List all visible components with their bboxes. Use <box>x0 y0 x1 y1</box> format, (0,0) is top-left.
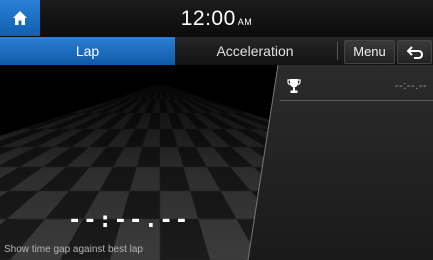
best-lap-divider <box>280 100 433 101</box>
tab-bar: Lap Acceleration Menu <box>0 37 433 65</box>
tab-divider <box>337 42 338 60</box>
back-arrow-icon <box>406 46 423 59</box>
best-lap-panel: --:--.-- <box>276 65 433 260</box>
best-lap-time: --:--.-- <box>394 80 427 92</box>
trophy-icon <box>287 79 301 93</box>
tab-acceleration[interactable]: Acceleration <box>175 37 335 65</box>
tab-lap[interactable]: Lap <box>0 37 175 65</box>
gap-hint-text: Show time gap against best lap <box>4 244 143 255</box>
clock-ampm: AM <box>237 17 253 27</box>
clock-time: 12:00 <box>180 7 236 30</box>
menu-button[interactable]: Menu <box>344 40 395 64</box>
clock: 12:00 AM <box>0 7 433 31</box>
back-button[interactable] <box>397 40 432 64</box>
lap-time-display: --:--.-- <box>68 208 190 233</box>
status-bar: 12:00 AM <box>0 0 433 37</box>
